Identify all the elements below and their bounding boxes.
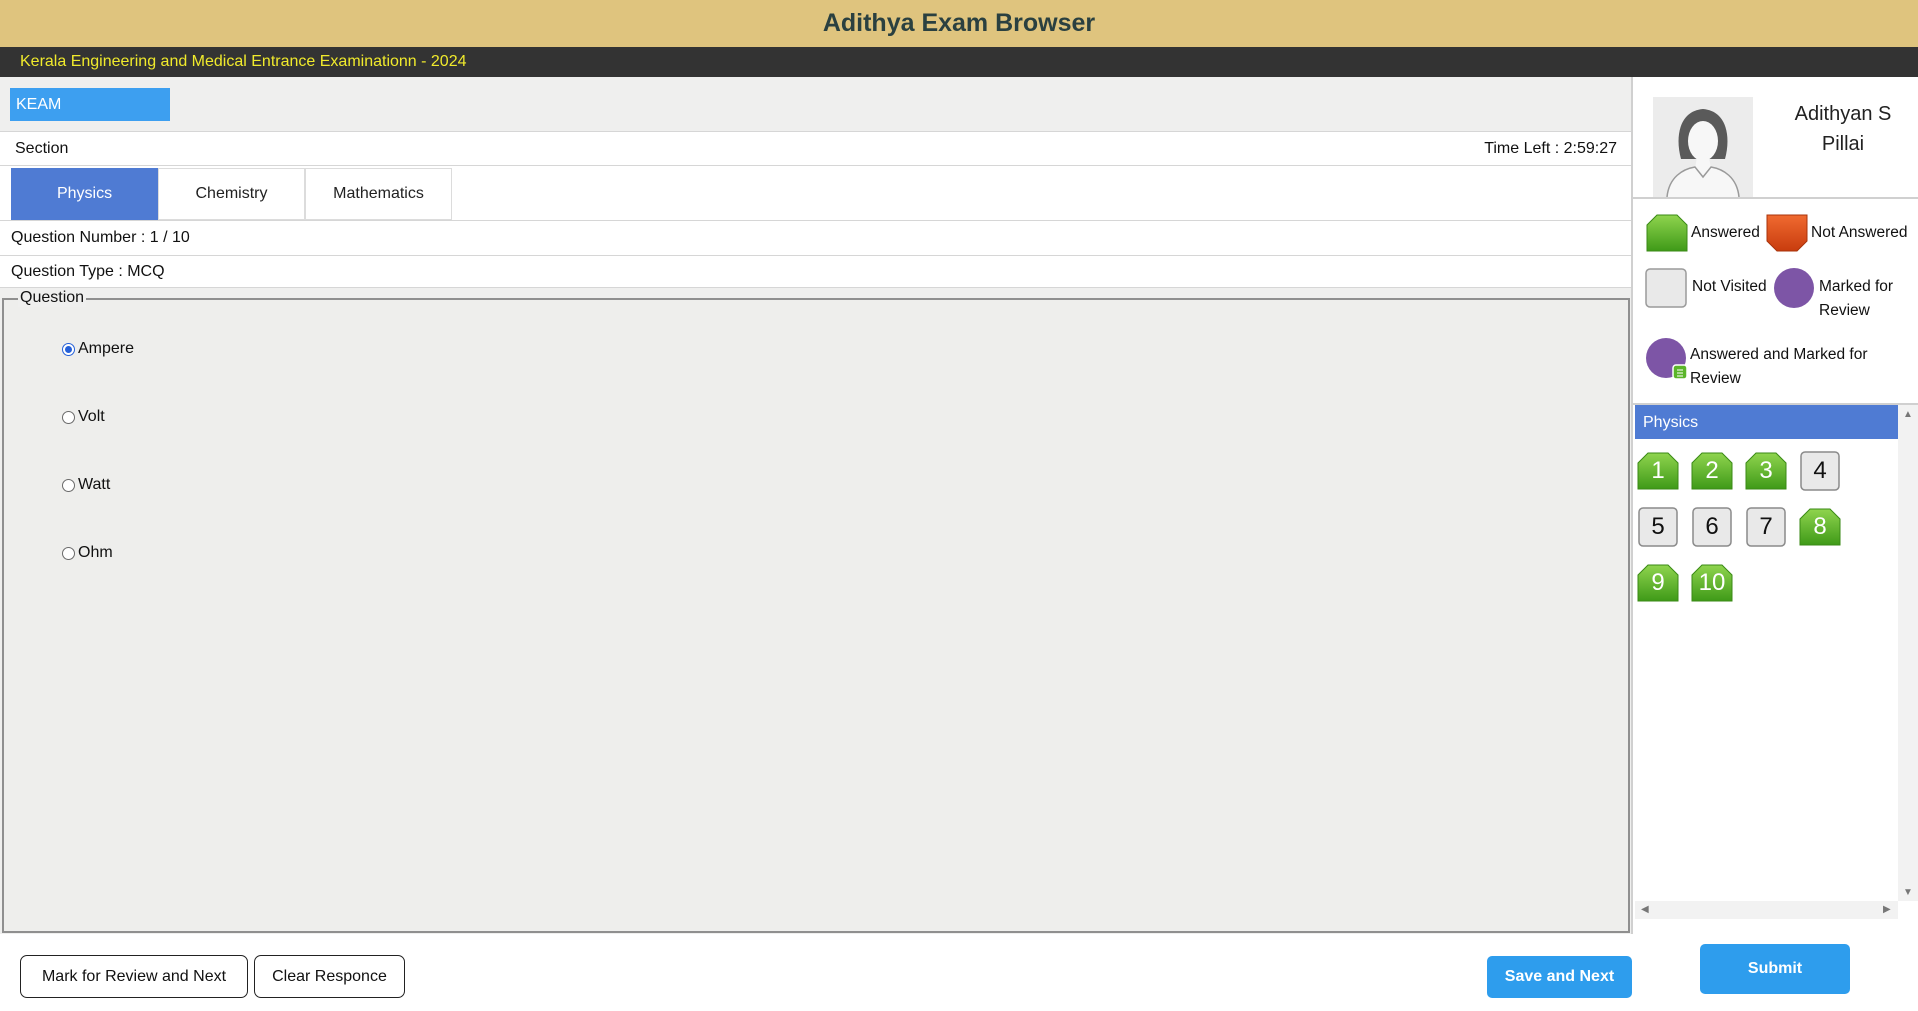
palette-question-8[interactable]: 8 — [1798, 507, 1842, 547]
option-ohm[interactable]: Ohm — [62, 544, 113, 562]
candidate-name-line1: Adithyan S — [1794, 103, 1892, 125]
palette-question-number: 3 — [1759, 457, 1773, 484]
exam-name: Kerala Engineering and Medical Entrance … — [20, 53, 467, 70]
answered-icon — [1646, 214, 1688, 252]
person-silhouette-icon — [1653, 97, 1753, 197]
radio-button[interactable] — [62, 342, 75, 356]
option-label: Ohm — [78, 544, 113, 561]
legend-not-visited-label: Not Visited — [1692, 278, 1767, 295]
palette-question-number: 6 — [1705, 513, 1719, 540]
palette-question-9[interactable]: 9 — [1636, 563, 1680, 603]
legend-answered-label: Answered — [1691, 224, 1760, 241]
question-number: Question Number : 1 / 10 — [0, 221, 1631, 256]
tab-physics[interactable]: Physics — [11, 168, 158, 220]
exam-name-bar: Kerala Engineering and Medical Entrance … — [0, 47, 1918, 77]
legend-not-answered-label: Not Answered — [1811, 224, 1908, 241]
palette-question-6[interactable]: 6 — [1690, 507, 1734, 547]
option-ampere[interactable]: Ampere — [62, 340, 134, 358]
palette-question-number: 9 — [1651, 569, 1665, 596]
question-legend: Question — [18, 289, 87, 307]
title-bar: Adithya Exam Browser — [0, 0, 1918, 47]
palette-section-title: Physics — [1635, 405, 1898, 439]
submit-button[interactable]: Submit — [1700, 944, 1850, 994]
palette-question-number: 5 — [1651, 513, 1665, 540]
option-label: Ampere — [78, 340, 135, 357]
radio-button[interactable] — [62, 546, 75, 560]
app-title: Adithya Exam Browser — [822, 9, 1096, 37]
palette-question-10[interactable]: 10 — [1690, 563, 1734, 603]
question-type: Question Type : MCQ — [0, 256, 1631, 288]
not-answered-icon — [1766, 214, 1808, 252]
palette-question-3[interactable]: 3 — [1744, 451, 1788, 491]
exam-code-badge: KEAM — [10, 88, 170, 121]
answered-marked-icon — [1646, 338, 1688, 380]
legend-marked-label: Marked for Review — [1819, 278, 1894, 319]
not-visited-icon — [1645, 268, 1687, 308]
palette-question-5[interactable]: 5 — [1636, 507, 1680, 547]
tab-mathematics[interactable]: Mathematics — [305, 168, 452, 220]
subject-tabs: Physics Chemistry Mathematics — [0, 166, 1631, 221]
palette-question-number: 1 — [1651, 457, 1665, 484]
palette-question-2[interactable]: 2 — [1690, 451, 1734, 491]
mark-review-next-button[interactable]: Mark for Review and Next — [20, 955, 248, 998]
palette-question-7[interactable]: 7 — [1744, 507, 1788, 547]
vertical-scrollbar[interactable]: ▲ ▼ — [1898, 405, 1918, 901]
option-volt[interactable]: Volt — [62, 408, 105, 426]
candidate-name: Adithyan S Pillai — [1773, 99, 1913, 159]
palette-question-4[interactable]: 4 — [1798, 451, 1842, 491]
palette-question-number: 4 — [1813, 457, 1827, 484]
legend-answered-marked-label: Answered and Marked for Review — [1690, 346, 1868, 387]
palette-question-1[interactable]: 1 — [1636, 451, 1680, 491]
section-label: Section — [15, 139, 69, 157]
scroll-left-icon[interactable]: ◀ — [1641, 904, 1649, 915]
palette-question-number: 10 — [1698, 569, 1726, 596]
save-and-next-button[interactable]: Save and Next — [1487, 956, 1632, 998]
question-box: Question Ampere Volt Watt Ohm — [2, 289, 1630, 933]
radio-button[interactable] — [62, 410, 75, 424]
option-watt[interactable]: Watt — [62, 476, 110, 494]
radio-button[interactable] — [62, 478, 75, 492]
scroll-right-icon[interactable]: ▶ — [1883, 904, 1891, 915]
horizontal-scrollbar[interactable]: ◀ ▶ — [1635, 901, 1898, 919]
side-panel: Adithyan S Pillai Answered Not Answered … — [1631, 77, 1918, 934]
candidate-name-line2: Pillai — [1821, 133, 1865, 155]
status-legend: Answered Not Answered Not Visited Marked… — [1633, 201, 1918, 401]
marked-for-review-icon — [1774, 268, 1814, 308]
time-left: Time Left : 2:59:27 — [1484, 139, 1617, 157]
question-pane: KEAM Section Time Left : 2:59:27 Physics… — [0, 77, 1631, 934]
option-label: Watt — [78, 476, 111, 493]
palette-question-number: 2 — [1705, 457, 1719, 484]
section-bar: Section Time Left : 2:59:27 — [0, 131, 1631, 166]
scroll-down-icon[interactable]: ▼ — [1903, 887, 1913, 898]
palette-question-number: 7 — [1759, 513, 1773, 540]
clear-response-button[interactable]: Clear Responce — [254, 955, 405, 998]
tab-chemistry[interactable]: Chemistry — [158, 168, 305, 220]
avatar — [1653, 97, 1753, 197]
question-palette: Physics 1 2 3 4 5 6 7 8 9 10 ▲ ▼ ◀ ▶ — [1633, 403, 1918, 919]
option-label: Volt — [78, 408, 105, 425]
palette-question-number: 8 — [1813, 513, 1827, 540]
scroll-up-icon[interactable]: ▲ — [1903, 409, 1913, 420]
candidate-profile: Adithyan S Pillai — [1633, 77, 1918, 199]
